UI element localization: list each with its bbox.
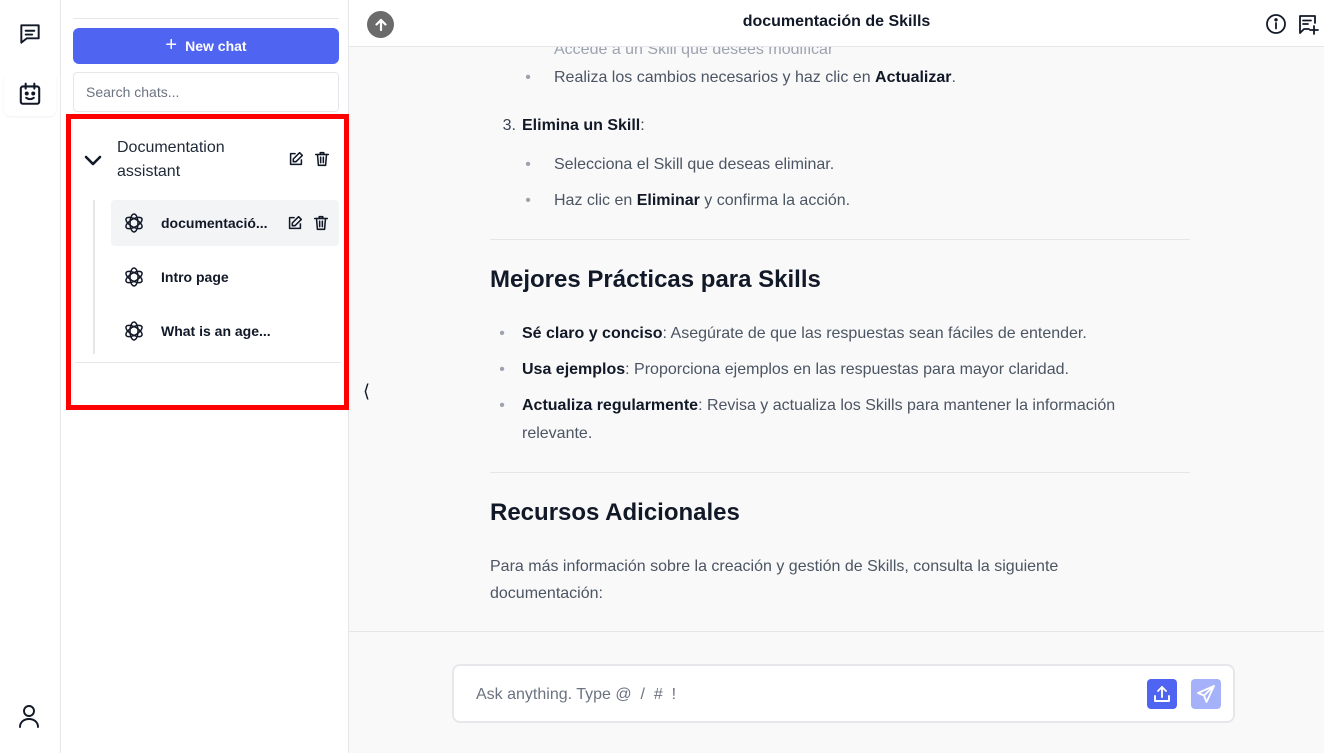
edit-icon[interactable] (286, 214, 304, 232)
list-item-text: : Proporciona ejemplos en las respuestas… (625, 361, 1069, 378)
chat-item-label: Intro page (161, 269, 229, 285)
upload-icon (1154, 686, 1170, 702)
list-item-bold: Sé claro y conciso (522, 325, 663, 342)
list-item: Actualiza regularmente: Revisa y actuali… (496, 392, 1162, 448)
step-suffix: : (640, 117, 645, 134)
list-item-bold: Actualizar (875, 69, 952, 86)
section-divider (490, 239, 1190, 240)
trash-icon[interactable] (313, 150, 331, 168)
upload-button[interactable] (1147, 679, 1177, 709)
section-heading: Recursos Adicionales (490, 499, 740, 526)
list-item: Realiza los cambios necesarios y haz cli… (522, 64, 956, 92)
list-item: Sé claro y conciso: Asegúrate de que las… (496, 320, 1162, 348)
message-input[interactable] (476, 683, 1116, 707)
list-item: Selecciona el Skill que deseas eliminar. (522, 151, 835, 179)
list-item-text: . (951, 69, 956, 86)
list-item: Usa ejemplos: Proporciona ejemplos en la… (496, 356, 1162, 384)
list-item-bold: Eliminar (636, 192, 700, 209)
chat-item[interactable]: Intro page (111, 254, 339, 300)
list-item-bold: Actualiza regularmente (522, 397, 699, 414)
list-item: Haz clic en Eliminar y confirma la acció… (522, 187, 851, 215)
chat-content: Accede a un Skill que desees modificar R… (490, 47, 1190, 631)
page-title: documentación de Skills (742, 13, 931, 30)
chat-item[interactable]: What is an age... (111, 308, 339, 354)
list-item-text: Haz clic en (554, 192, 637, 209)
chat-item-label: documentació... (161, 215, 268, 231)
openai-logo-icon (125, 321, 143, 341)
step-number: 3. (502, 117, 516, 134)
assistant-group-title: Documentation assistant (117, 139, 225, 180)
list-item-text: : Asegúrate de que las respuestas sean f… (662, 325, 1087, 342)
cut-off-text: Accede a un Skill que desees modificar (554, 47, 834, 58)
list-item-bold: Usa ejemplos (522, 361, 626, 378)
plus-icon: + (165, 34, 178, 56)
message-composer (452, 664, 1235, 723)
numbered-step: 3. Elimina un Skill: (503, 112, 645, 140)
openai-logo-icon (125, 267, 143, 287)
rail-chats-button[interactable] (4, 12, 56, 56)
main-panel: documentación de Skills ⟨ Accede a un Sk… (349, 0, 1324, 753)
list-item-text: y confirma la acción. (699, 192, 851, 209)
chat-item-label: What is an age... (161, 323, 271, 339)
list-item-text: Selecciona el Skill que deseas eliminar. (554, 156, 835, 173)
send-icon (1197, 685, 1215, 703)
user-icon[interactable] (17, 703, 41, 729)
new-message-icon[interactable] (1297, 13, 1319, 35)
chat-item[interactable]: documentació... (111, 200, 339, 246)
chevron-down-icon[interactable] (83, 150, 103, 170)
new-chat-button[interactable]: + New chat (73, 28, 339, 64)
composer-divider (349, 631, 1324, 632)
rail-assistants-button[interactable] (4, 72, 56, 116)
trash-icon[interactable] (312, 214, 330, 232)
send-button[interactable] (1191, 679, 1221, 709)
collapse-sidebar-toggle[interactable]: ⟨ (363, 381, 370, 402)
chat-item-actions (286, 214, 330, 232)
tree-connector-line (93, 200, 95, 354)
section-heading: Mejores Prácticas para Skills (490, 266, 821, 293)
sidebar-divider (75, 362, 341, 363)
new-chat-label: New chat (185, 38, 247, 54)
sidebar-divider-top (73, 18, 339, 19)
step-title: Elimina un Skill (522, 117, 641, 134)
info-icon[interactable] (1265, 13, 1287, 35)
section-divider (490, 472, 1190, 473)
chat-bubble-icon (20, 24, 40, 44)
openai-logo-icon (125, 213, 143, 233)
search-chats-input[interactable] (73, 72, 339, 112)
paragraph: Para más información sobre la creación y… (490, 558, 1059, 602)
bot-calendar-icon (19, 82, 41, 105)
edit-icon[interactable] (287, 150, 305, 168)
app-rail (0, 0, 61, 753)
list-item-text: Realiza los cambios necesarios y haz cli… (554, 69, 876, 86)
chat-header: documentación de Skills (349, 0, 1324, 47)
